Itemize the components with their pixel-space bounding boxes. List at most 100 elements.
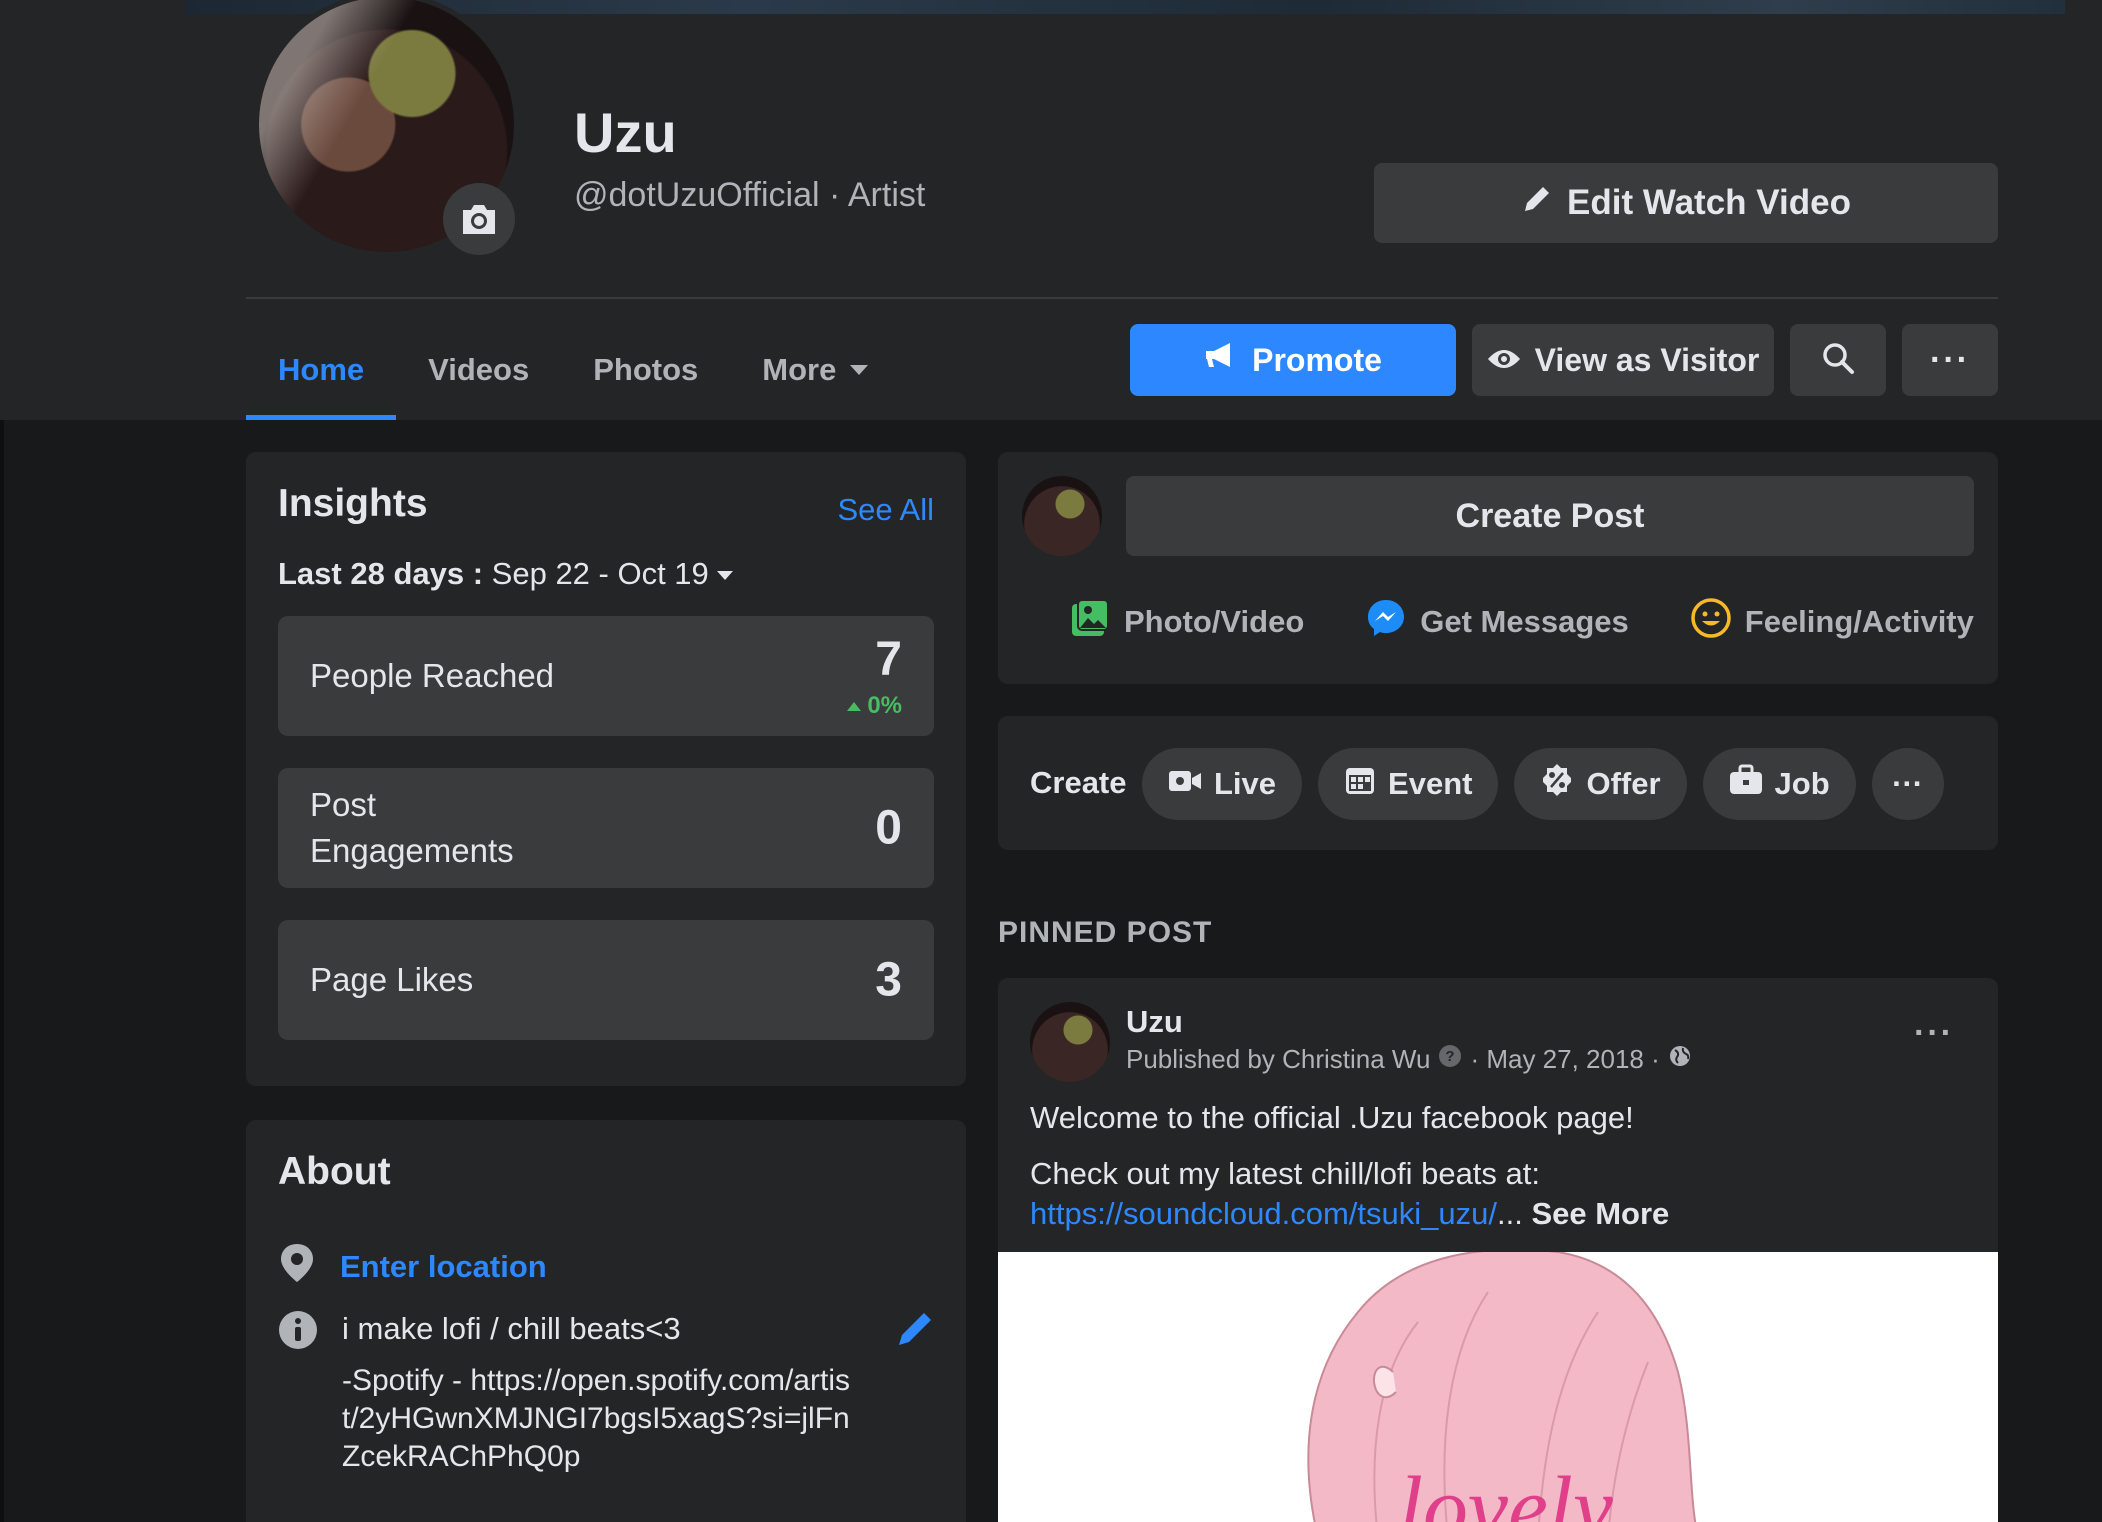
page-handle: @dotUzuOfficial · Artist [574, 176, 926, 214]
arrow-up-icon [847, 702, 862, 712]
stat-label: People Reached [310, 657, 555, 694]
tab-home-label: Home [278, 352, 365, 387]
tab-more[interactable]: More [730, 320, 900, 420]
date-range-selector[interactable]: Last 28 days : Sep 22 - Oct 19 [278, 556, 733, 592]
search-icon [1821, 341, 1855, 380]
create-chips: Live Event Offer Job ··· [1142, 748, 1944, 820]
avatar[interactable] [1022, 476, 1102, 556]
camera-icon[interactable] [443, 183, 515, 255]
live-label: Live [1214, 766, 1277, 801]
create-more-button[interactable]: ··· [1871, 748, 1944, 820]
briefcase-icon [1729, 764, 1763, 804]
tab-videos-label: Videos [428, 352, 530, 387]
create-bar: Create Live Event Offer Job ··· [998, 716, 1998, 850]
post-image[interactable]: lovely [998, 1252, 1998, 1522]
search-button[interactable] [1790, 324, 1886, 396]
pinned-post-card: Uzu Published by Christina Wu ? · May 27… [998, 978, 1998, 1522]
tab-home[interactable]: Home [246, 320, 397, 420]
megaphone-icon [1204, 341, 1238, 379]
see-all-link[interactable]: See All [837, 492, 934, 528]
post-date[interactable]: · May 27, 2018 · [1470, 1044, 1659, 1075]
post-options-icon[interactable]: ··· [1914, 1014, 1954, 1053]
post-text-intro: Check out my latest chill/lofi beats at: [1030, 1156, 1541, 1191]
about-card: About Enter location i make lofi / chill… [246, 1120, 966, 1522]
create-live-button[interactable]: Live [1142, 748, 1303, 820]
range-label: Last 28 days : [278, 556, 484, 591]
create-job-button[interactable]: Job [1702, 748, 1856, 820]
insights-card: Insights See All Last 28 days : Sep 22 -… [246, 452, 966, 1086]
stat-value: 3 [875, 953, 902, 1007]
create-post-button[interactable]: Create Post [1126, 476, 1974, 556]
svg-text:?: ? [1446, 1048, 1455, 1065]
tab-photos[interactable]: Photos [561, 320, 730, 420]
create-post-card: Create Post Photo/Video Get Messages Fee… [998, 452, 1998, 684]
event-label: Event [1388, 766, 1473, 801]
post-author[interactable]: Uzu [1126, 1004, 1183, 1040]
edit-watch-video-label: Edit Watch Video [1567, 183, 1851, 222]
caret-down-icon [850, 365, 869, 375]
stat-page-likes[interactable]: Page Likes 3 [278, 920, 934, 1040]
insights-title: Insights [278, 482, 428, 525]
about-bio: i make lofi / chill beats<3 [342, 1311, 681, 1346]
smiley-icon [1691, 598, 1731, 646]
create-offer-button[interactable]: Offer [1514, 748, 1687, 820]
globe-icon [1668, 1044, 1692, 1075]
stat-value: 0 [875, 801, 902, 855]
about-bio-more: -Spotify - https://open.spotify.com/arti… [342, 1364, 850, 1473]
create-post-actions: Photo/Video Get Messages Feeling/Activit… [1070, 582, 1974, 662]
get-messages-button[interactable]: Get Messages [1366, 582, 1629, 662]
feeling-activity-button[interactable]: Feeling/Activity [1691, 582, 1974, 662]
header-divider [246, 297, 1998, 299]
stat-label: Page Likes [310, 961, 474, 998]
question-icon[interactable]: ? [1438, 1044, 1462, 1075]
page-tabs: Home Videos Photos More [246, 320, 900, 420]
enter-location-link[interactable]: Enter location [278, 1242, 547, 1292]
offer-label: Offer [1586, 766, 1661, 801]
promote-label: Promote [1252, 341, 1382, 378]
tab-videos[interactable]: Videos [396, 320, 561, 420]
video-camera-icon [1168, 766, 1202, 802]
caret-down-icon [716, 571, 733, 581]
feeling-activity-label: Feeling/Activity [1744, 604, 1974, 639]
more-dots-icon: ··· [1930, 340, 1970, 379]
calendar-icon [1344, 764, 1376, 804]
more-options-button[interactable]: ··· [1902, 324, 1998, 396]
tab-photos-label: Photos [593, 352, 699, 387]
create-event-button[interactable]: Event [1318, 748, 1499, 820]
post-text-line1: Welcome to the official .Uzu facebook pa… [1030, 1100, 1634, 1135]
promote-button[interactable]: Promote [1130, 324, 1456, 396]
get-messages-label: Get Messages [1420, 604, 1629, 639]
enter-location-label: Enter location [340, 1249, 547, 1284]
pencil-icon [1521, 183, 1553, 224]
range-value: Sep 22 - Oct 19 [491, 556, 709, 591]
view-as-visitor-label: View as Visitor [1534, 341, 1760, 378]
stat-change-value: 0% [867, 692, 902, 719]
more-dots-icon: ··· [1892, 766, 1924, 801]
photo-video-label: Photo/Video [1124, 604, 1305, 639]
location-pin-icon [278, 1242, 316, 1292]
stat-change: 0% [847, 692, 902, 720]
edit-watch-video-button[interactable]: Edit Watch Video [1374, 163, 1998, 243]
post-text-line2: Check out my latest chill/lofi beats at:… [1030, 1154, 1669, 1234]
avatar[interactable] [1030, 1002, 1110, 1082]
percent-badge-icon [1540, 763, 1574, 805]
photo-video-button[interactable]: Photo/Video [1070, 582, 1304, 662]
see-more-link[interactable]: See More [1531, 1196, 1669, 1231]
post-image-text: lovely [1398, 1459, 1613, 1522]
stat-label: Post Engagements [310, 786, 514, 869]
stat-post-engagements[interactable]: Post Engagements 0 [278, 768, 934, 888]
tab-more-label: More [762, 352, 837, 387]
published-by[interactable]: Published by Christina Wu [1126, 1044, 1430, 1075]
messenger-icon [1366, 598, 1406, 646]
post-meta: Published by Christina Wu ? · May 27, 20… [1126, 1044, 1692, 1075]
soundcloud-link[interactable]: https://soundcloud.com/tsuki_uzu/ [1030, 1196, 1497, 1231]
stat-people-reached[interactable]: People Reached 7 0% [278, 616, 934, 736]
post-ellipsis: ... [1496, 1196, 1523, 1231]
about-title: About [278, 1150, 391, 1193]
stat-value: 7 [875, 633, 902, 686]
eye-icon [1487, 342, 1521, 379]
view-as-visitor-button[interactable]: View as Visitor [1472, 324, 1774, 396]
create-label: Create [1030, 765, 1127, 800]
page-title: Uzu [574, 101, 677, 164]
edit-pencil-icon[interactable] [896, 1310, 934, 1353]
